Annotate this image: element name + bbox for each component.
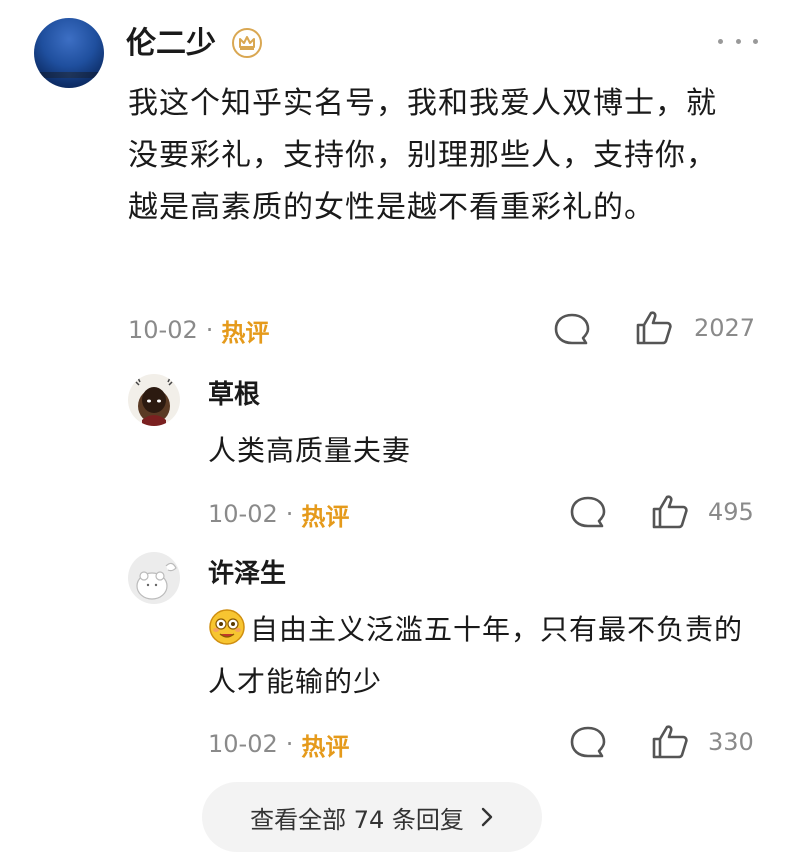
comment-author[interactable]: 伦二少 [126,24,216,64]
reply-text: 人类高质量夫妻 [208,434,412,467]
like-count: 2027 [694,314,756,342]
reply-author[interactable]: 许泽生 [208,557,286,591]
avatar[interactable] [128,374,180,426]
comment-icon[interactable] [568,494,608,532]
reply-date: 10-02 [208,500,278,528]
reply-meta: 10-02 · 热评 [208,726,349,762]
hot-tag: 热评 [301,502,350,531]
hot-tag: 热评 [221,318,270,347]
view-all-label: 查看全部 74 条回复 [250,805,464,834]
reply-text: 自由主义泛滥五十年，只有最不负责的人才能输的少 [208,604,768,708]
chevron-right-icon [481,807,493,827]
comment-meta: 10-02 · 热评 [128,312,269,348]
comment-icon[interactable] [552,311,592,349]
emoji-icon [209,609,245,645]
like-count: 495 [708,498,754,526]
like-icon[interactable] [634,308,674,348]
comment-text: 我这个知乎实名号，我和我爱人双博士，就没要彩礼，支持你，别理那些人，支持你，越是… [128,86,717,225]
more-icon[interactable] [718,36,758,46]
like-count: 330 [708,728,754,756]
avatar[interactable] [34,18,104,88]
like-icon[interactable] [650,722,690,762]
comment-date: 10-02 [128,316,198,344]
reply-date: 10-02 [208,730,278,758]
reply-text-content: 自由主义泛滥五十年，只有最不负责的人才能输的少 [208,613,744,698]
badge-icon [232,28,262,58]
reply-meta: 10-02 · 热评 [208,496,349,532]
comment-thread: 伦二少 我这个知乎实名号，我和我爱人双博士，就没要彩礼，支持你，别理那些人，支持… [0,0,788,856]
view-all-replies-button[interactable]: 查看全部 74 条回复 [202,782,542,852]
avatar[interactable] [128,552,180,604]
like-icon[interactable] [650,492,690,532]
comment-icon[interactable] [568,724,608,762]
reply-author[interactable]: 草根 [208,378,260,412]
hot-tag: 热评 [301,732,350,761]
